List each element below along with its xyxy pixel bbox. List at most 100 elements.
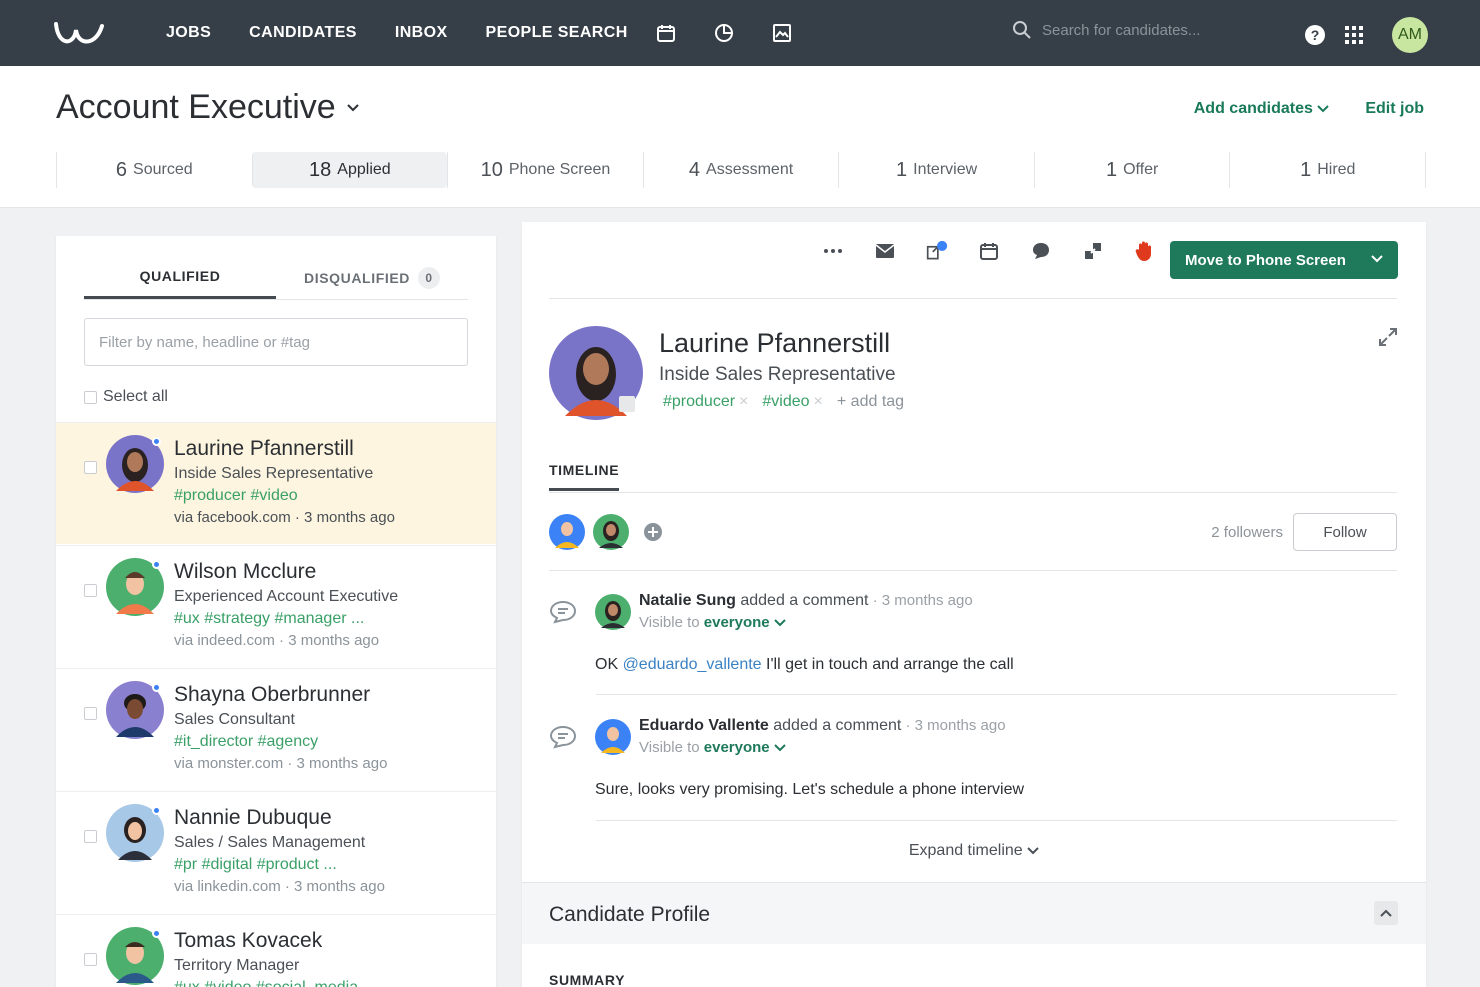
tag-chip[interactable]: #video × bbox=[762, 393, 823, 411]
job-title-dropdown[interactable]: Account Executive bbox=[56, 88, 360, 127]
search-input[interactable] bbox=[1042, 21, 1242, 39]
comment-body: OK @eduardo_vallente I'll get in touch a… bbox=[595, 656, 1014, 674]
candidate-source: via facebook.com · 3 months ago bbox=[174, 509, 395, 526]
profile-role: Inside Sales Representative bbox=[659, 364, 896, 385]
visibility-label: Visible to bbox=[639, 614, 704, 631]
search-icon bbox=[1013, 21, 1031, 39]
stage-count: 18 bbox=[309, 158, 332, 181]
candidate-tags: #pr #digital #product ... bbox=[174, 856, 337, 873]
move-to-stage-button[interactable]: Move to Phone Screen bbox=[1170, 241, 1398, 279]
apps-grid-icon[interactable] bbox=[1344, 25, 1364, 45]
calendar-icon[interactable] bbox=[978, 240, 1000, 262]
stage-applied[interactable]: 18 Applied bbox=[251, 152, 448, 188]
remove-tag-icon[interactable]: × bbox=[739, 393, 748, 410]
visibility-dropdown[interactable]: everyone bbox=[704, 739, 770, 756]
stage-offer[interactable]: 1 Offer bbox=[1033, 152, 1230, 188]
user-avatar[interactable]: AM bbox=[1392, 17, 1428, 53]
chevron-down-icon[interactable] bbox=[774, 619, 786, 627]
candidate-tags: #ux #strategy #manager ... bbox=[174, 610, 365, 627]
comment-author[interactable]: Eduardo Vallente bbox=[639, 717, 769, 734]
candidate-profile-section[interactable]: Candidate Profile bbox=[522, 882, 1426, 944]
comment-time: · 3 months ago bbox=[868, 592, 973, 609]
row-checkbox[interactable] bbox=[84, 830, 97, 843]
search-bar bbox=[1012, 20, 1242, 40]
row-checkbox[interactable] bbox=[84, 461, 97, 474]
more-icon[interactable] bbox=[822, 240, 844, 262]
candidate-row[interactable]: Laurine Pfannerstill Inside Sales Repres… bbox=[56, 422, 496, 544]
chevron-down-icon[interactable] bbox=[1370, 251, 1384, 265]
stage-label: Assessment bbox=[706, 161, 794, 178]
tab-timeline[interactable]: TIMELINE bbox=[549, 462, 620, 491]
select-all[interactable]: Select all bbox=[84, 388, 168, 406]
email-icon[interactable] bbox=[874, 240, 896, 262]
comment-header: Eduardo Vallente added a comment · 3 mon… bbox=[639, 717, 1006, 735]
chevron-down-icon[interactable] bbox=[774, 744, 786, 752]
candidate-role: Sales Consultant bbox=[174, 711, 295, 728]
stage-assessment[interactable]: 4 Assessment bbox=[642, 152, 839, 188]
transfer-icon[interactable] bbox=[1082, 240, 1104, 262]
stage-label: Sourced bbox=[133, 161, 193, 178]
mention-link[interactable]: @eduardo_vallente bbox=[623, 656, 762, 673]
comment-icon[interactable] bbox=[1030, 240, 1052, 262]
stage-interview[interactable]: 1 Interview bbox=[838, 152, 1034, 188]
comment-bubble-icon bbox=[549, 600, 577, 624]
stage-phone-screen[interactable]: 10 Phone Screen bbox=[447, 152, 643, 188]
nav-inbox[interactable]: INBOX bbox=[395, 24, 448, 42]
commenter-avatar bbox=[595, 719, 631, 755]
add-tag-button[interactable]: + add tag bbox=[837, 393, 904, 411]
disqualify-hand-icon[interactable] bbox=[1134, 240, 1156, 262]
stage-label: Interview bbox=[913, 161, 978, 178]
expand-timeline-button[interactable]: Expand timeline bbox=[522, 842, 1426, 860]
comment-text: I'll get in touch and arrange the call bbox=[761, 656, 1014, 673]
help-icon[interactable]: ? bbox=[1304, 24, 1326, 46]
divider bbox=[549, 570, 1397, 571]
stage-label: Hired bbox=[1317, 161, 1356, 178]
commenter-avatar bbox=[595, 594, 631, 630]
chevron-down-icon bbox=[346, 103, 359, 111]
stage-hired[interactable]: 1 Hired bbox=[1229, 152, 1427, 188]
visibility-dropdown[interactable]: everyone bbox=[704, 614, 770, 631]
row-checkbox[interactable] bbox=[84, 953, 97, 966]
nav-jobs[interactable]: JOBS bbox=[166, 24, 211, 42]
candidate-row[interactable]: Wilson Mcclure Experienced Account Execu… bbox=[56, 545, 496, 667]
candidate-row[interactable]: Nannie Dubuque Sales / Sales Management … bbox=[56, 791, 496, 913]
add-follower-icon[interactable] bbox=[643, 522, 663, 542]
image-report-icon[interactable] bbox=[770, 21, 794, 45]
edit-job-button[interactable]: Edit job bbox=[1365, 100, 1424, 118]
candidate-detail-panel: Move to Phone Screen Laurine Pfannerstil… bbox=[522, 222, 1426, 987]
row-checkbox[interactable] bbox=[84, 584, 97, 597]
pie-chart-icon[interactable] bbox=[712, 21, 736, 45]
stage-sourced[interactable]: 6 Sourced bbox=[56, 152, 252, 188]
follow-button[interactable]: Follow bbox=[1293, 513, 1397, 551]
stage-count: 6 bbox=[115, 158, 128, 181]
nav-candidates[interactable]: CANDIDATES bbox=[249, 24, 357, 42]
stage-count: 1 bbox=[1105, 158, 1118, 181]
select-all-checkbox[interactable] bbox=[84, 390, 97, 404]
tag-label: #video bbox=[762, 393, 810, 410]
tab-disqualified[interactable]: DISQUALIFIED 0 bbox=[276, 256, 468, 299]
calendar-icon[interactable] bbox=[654, 21, 678, 45]
filter-input[interactable] bbox=[84, 318, 468, 366]
comment-header: Natalie Sung added a comment · 3 months … bbox=[639, 592, 973, 610]
candidate-row[interactable]: Tomas Kovacek Territory Manager #ux #vid… bbox=[56, 914, 496, 987]
app-logo[interactable] bbox=[52, 16, 108, 48]
collapse-button[interactable] bbox=[1374, 901, 1398, 925]
candidate-name: Shayna Oberbrunner bbox=[174, 683, 371, 706]
profile-avatar bbox=[549, 326, 643, 420]
comment-author[interactable]: Natalie Sung bbox=[639, 592, 736, 609]
chevron-up-icon bbox=[1380, 909, 1392, 917]
add-candidates-button[interactable]: Add candidates bbox=[1194, 100, 1330, 118]
row-checkbox[interactable] bbox=[84, 707, 97, 720]
stage-label: Phone Screen bbox=[508, 161, 611, 178]
tab-disqualified-label: DISQUALIFIED bbox=[304, 269, 410, 286]
tag-chip[interactable]: #producer × bbox=[663, 393, 748, 411]
remove-tag-icon[interactable]: × bbox=[814, 393, 823, 410]
stage-count: 1 bbox=[1300, 158, 1312, 181]
candidate-name: Laurine Pfannerstill bbox=[174, 437, 354, 460]
tab-qualified[interactable]: QUALIFIED bbox=[84, 256, 276, 299]
expand-icon[interactable] bbox=[1377, 326, 1399, 348]
share-icon[interactable] bbox=[926, 240, 948, 262]
nav-people-search[interactable]: PEOPLE SEARCH bbox=[486, 24, 628, 42]
candidate-row[interactable]: Shayna Oberbrunner Sales Consultant #it_… bbox=[56, 668, 496, 790]
summary-heading: SUMMARY bbox=[549, 972, 626, 987]
